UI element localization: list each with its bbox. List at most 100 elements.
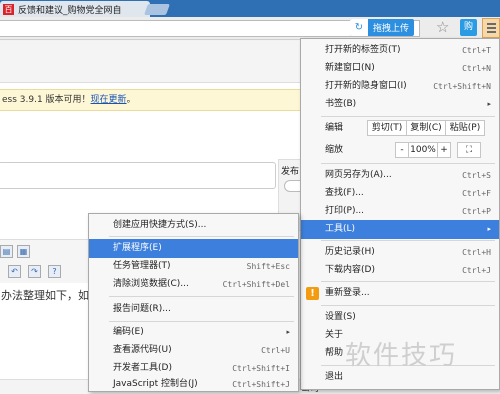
tools-submenu: 创建应用快捷方式(S)... 扩展程序(E) 任务管理器(T) Shift+Esc… — [88, 213, 299, 392]
menu-item-label: 下载内容(D) — [325, 265, 375, 275]
undo-icon[interactable]: ↶ — [8, 265, 21, 278]
update-notice-suffix: 。 — [126, 95, 136, 105]
menu-item-tools[interactable]: 工具(L) ▸ — [301, 220, 499, 239]
menu-item-label: 打开新的隐身窗口(I) — [325, 81, 407, 91]
bookmark-star-icon[interactable]: ☆ — [436, 19, 449, 36]
menu-divider — [321, 163, 495, 164]
menu-item-label: 编码(E) — [113, 327, 144, 337]
menu-item-label: 编辑 — [325, 123, 344, 133]
paste-button[interactable]: 粘贴(P) — [445, 120, 485, 136]
menu-divider — [321, 305, 495, 306]
menu-item-label: 缩放 — [325, 145, 344, 155]
menu-item-incognito[interactable]: 打开新的隐身窗口(I) Ctrl+Shift+N — [301, 77, 499, 96]
menu-item-create-shortcut[interactable]: 创建应用快捷方式(S)... — [89, 216, 298, 235]
browser-tab[interactable]: 百 反馈和建议_购物党全网自 — [0, 1, 150, 17]
fullscreen-icon[interactable]: ⛶ — [457, 142, 481, 158]
menu-item-label: 新建窗口(N) — [325, 63, 375, 73]
menu-item-label: 打开新的标签页(T) — [325, 45, 401, 55]
menu-item-shortcut: Ctrl+Shift+Del — [222, 280, 290, 289]
warning-icon: ! — [306, 287, 319, 300]
zoom-in-button[interactable]: + — [437, 142, 451, 158]
menu-bar-icon — [487, 27, 496, 29]
menu-item-shortcut: Ctrl+F — [462, 189, 491, 198]
menu-divider — [109, 321, 294, 322]
cut-button[interactable]: 剪切(T) — [367, 120, 407, 136]
submenu-arrow-icon: ▸ — [487, 100, 491, 108]
menu-item-label: 扩展程序(E) — [113, 243, 162, 253]
menu-item-shortcut: Ctrl+P — [462, 207, 491, 216]
menu-item-js-console[interactable]: JavaScript 控制台(J) Ctrl+Shift+J — [89, 375, 298, 394]
menu-item-bookmarks[interactable]: 书签(B) ▸ — [301, 95, 499, 114]
menu-item-label: 网页另存为(A)... — [325, 170, 392, 180]
menu-item-label: 创建应用快捷方式(S)... — [113, 220, 207, 230]
menu-bar-icon — [487, 31, 496, 33]
menu-item-label: 工具(L) — [325, 224, 356, 234]
menu-item-edit: 编辑 剪切(T) 复制(C) 粘贴(P) — [301, 119, 499, 138]
menu-item-downloads[interactable]: 下载内容(D) Ctrl+J — [301, 261, 499, 280]
menu-item-history[interactable]: 历史记录(H) Ctrl+H — [301, 243, 499, 262]
publish-label: 发布 — [281, 167, 300, 177]
menu-divider — [321, 281, 495, 282]
menu-item-shortcut: Ctrl+H — [462, 248, 491, 257]
menu-item-view-source[interactable]: 查看源代码(U) Ctrl+U — [89, 341, 298, 360]
menu-divider — [321, 116, 495, 117]
menu-item-report-issue[interactable]: 报告问题(R)... — [89, 300, 298, 319]
update-notice-text: ess 3.9.1 版本可用！ — [2, 95, 91, 105]
menu-divider — [321, 240, 495, 241]
update-now-link[interactable]: 现在更新 — [91, 95, 127, 105]
menu-item-label: 查找(F)... — [325, 188, 364, 198]
menu-item-shortcut: Ctrl+U — [261, 346, 290, 355]
menu-item-label: 关于 — [325, 330, 344, 340]
menu-item-label: 重新登录... — [325, 288, 370, 298]
menu-item-find[interactable]: 查找(F)... Ctrl+F — [301, 184, 499, 203]
copy-button[interactable]: 复制(C) — [406, 120, 446, 136]
new-tab-button[interactable] — [143, 4, 171, 15]
grid-tool-icon[interactable]: ▦ — [17, 245, 30, 258]
zoom-out-button[interactable]: - — [395, 142, 409, 158]
drag-upload-button[interactable]: ↻ 拖拽上传 — [350, 19, 414, 36]
menu-item-label: 开发者工具(D) — [113, 363, 172, 373]
menu-item-shortcut: Ctrl+N — [462, 64, 491, 73]
menu-bar-icon — [487, 23, 496, 25]
browser-toolbar — [0, 17, 500, 40]
table-tool-icon[interactable]: ▤ — [0, 245, 13, 258]
menu-item-shortcut: Shift+Esc — [246, 262, 290, 271]
menu-item-new-tab[interactable]: 打开新的标签页(T) Ctrl+T — [301, 41, 499, 60]
menu-item-print[interactable]: 打印(P)... Ctrl+P — [301, 202, 499, 221]
menu-item-label: 历史记录(H) — [325, 247, 375, 257]
menu-item-shortcut: Ctrl+Shift+N — [433, 82, 491, 91]
shopping-extension-icon[interactable]: 购 — [460, 19, 477, 36]
watermark-text: 软件技巧 — [345, 341, 458, 371]
menu-item-label: 设置(S) — [325, 312, 356, 322]
menu-item-save-as[interactable]: 网页另存为(A)... Ctrl+S — [301, 166, 499, 185]
menu-item-shortcut: Ctrl+S — [462, 171, 491, 180]
menu-item-new-window[interactable]: 新建窗口(N) Ctrl+N — [301, 59, 499, 78]
menu-item-zoom: 缩放 - 100% + ⛶ — [301, 141, 499, 160]
menu-item-shortcut: Ctrl+J — [462, 266, 491, 275]
article-text: 办法整理如下，如 — [1, 289, 89, 302]
title-input[interactable] — [0, 162, 276, 189]
menu-item-settings[interactable]: 设置(S) — [301, 308, 499, 327]
tab-strip: 百 反馈和建议_购物党全网自 — [0, 0, 500, 17]
menu-item-encoding[interactable]: 编码(E) ▸ — [89, 323, 298, 342]
menu-item-relogin[interactable]: ! 重新登录... — [301, 284, 499, 303]
menu-item-label: 书签(B) — [325, 99, 357, 109]
redo-icon[interactable]: ↷ — [28, 265, 41, 278]
submenu-arrow-icon: ▸ — [286, 328, 290, 336]
submenu-arrow-icon: ▸ — [487, 225, 491, 233]
menu-item-extensions[interactable]: 扩展程序(E) — [89, 239, 298, 258]
browser-menu-button[interactable] — [482, 18, 500, 38]
menu-item-label: 打印(P)... — [325, 206, 365, 216]
site-favicon-icon: 百 — [3, 3, 14, 15]
menu-item-task-manager[interactable]: 任务管理器(T) Shift+Esc — [89, 257, 298, 276]
menu-item-label: JavaScript 控制台(J) — [113, 379, 198, 389]
menu-item-clear-data[interactable]: 清除浏览数据(C)... Ctrl+Shift+Del — [89, 275, 298, 294]
menu-item-label: 任务管理器(T) — [113, 261, 171, 271]
menu-divider — [109, 236, 294, 237]
zoom-level: 100% — [408, 142, 438, 158]
menu-item-label: 退出 — [325, 372, 344, 382]
drag-upload-label: 拖拽上传 — [373, 24, 410, 34]
menu-item-shortcut: Ctrl+Shift+J — [232, 380, 290, 389]
editor-toolbar: ▤ ▦ ↶ ↷ ? — [0, 239, 88, 283]
help-icon[interactable]: ? — [48, 265, 61, 278]
